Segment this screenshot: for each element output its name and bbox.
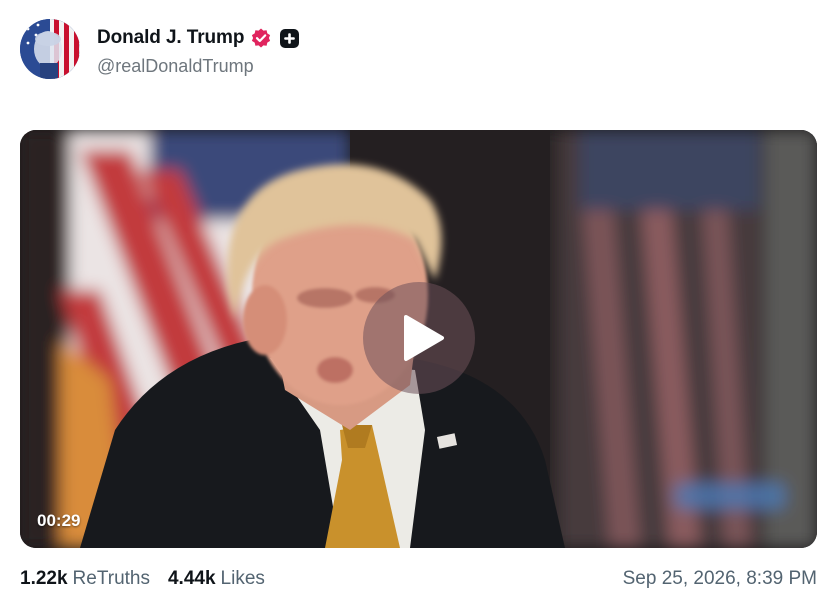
likes-stat[interactable]: 4.44k Likes	[168, 568, 265, 590]
author-handle[interactable]: @realDonaldTrump	[97, 56, 300, 77]
verified-badge-icon	[250, 27, 272, 49]
retruths-stat[interactable]: 1.22k ReTruths	[20, 568, 150, 590]
author-info: Donald J. Trump @realDonaldTrump	[97, 26, 300, 77]
play-icon	[404, 315, 444, 361]
author-name-row: Donald J. Trump	[97, 26, 300, 50]
play-button[interactable]	[363, 282, 475, 394]
avatar[interactable]	[20, 19, 80, 79]
post-footer: 1.22k ReTruths 4.44k Likes Sep 25, 2026,…	[20, 566, 817, 592]
plus-badge-icon[interactable]	[279, 28, 300, 49]
video-player[interactable]: 00:29	[20, 130, 817, 548]
likes-label: Likes	[220, 568, 265, 589]
video-duration: 00:29	[37, 511, 81, 530]
post-header: Donald J. Trump @realDonaldTrump	[20, 19, 300, 79]
post-timestamp[interactable]: Sep 25, 2026, 8:39 PM	[623, 568, 817, 590]
likes-count: 4.44k	[167, 568, 216, 589]
author-display-name[interactable]: Donald J. Trump	[97, 27, 244, 49]
retruths-label: ReTruths	[72, 568, 150, 589]
flag-portrait-icon	[20, 19, 80, 79]
retruths-count: 1.22k	[20, 568, 68, 589]
